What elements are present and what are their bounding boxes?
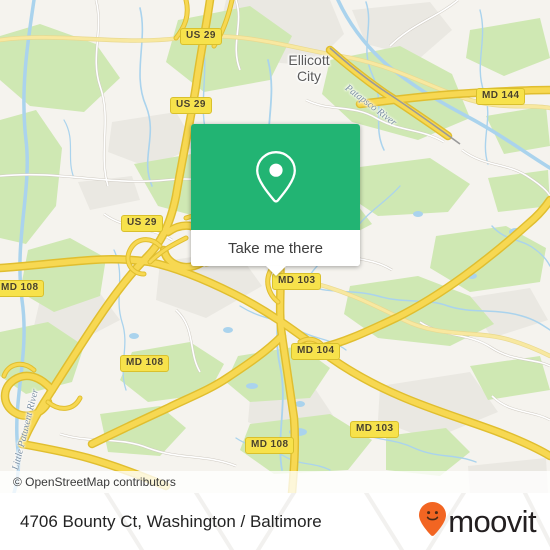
road-shield-md-108-west: MD 108 — [0, 280, 45, 297]
moovit-smiley-pin-icon — [418, 501, 447, 542]
map-pin-icon — [253, 149, 299, 205]
map-canvas[interactable]: Ellicott City US 29 US 29 US 29 MD 144 M… — [0, 0, 550, 493]
road-shield-us-29-south: US 29 — [121, 215, 163, 232]
moovit-map-screenshot: Ellicott City US 29 US 29 US 29 MD 144 M… — [0, 0, 550, 550]
popup-image-placeholder — [191, 124, 360, 230]
popup-pointer-tail — [265, 266, 286, 276]
location-popup-card[interactable]: Take me there — [191, 124, 360, 276]
road-shield-md-108-south: MD 108 — [245, 437, 295, 454]
take-me-there-button[interactable]: Take me there — [191, 230, 360, 266]
address-label: 4706 Bounty Ct, Washington / Baltimore — [20, 511, 322, 531]
road-shield-us-29-mid: US 29 — [170, 97, 212, 114]
openstreetmap-attribution[interactable]: © OpenStreetMap contributors — [0, 475, 176, 489]
road-shield-md-103-south: MD 103 — [350, 421, 400, 438]
moovit-logo[interactable]: moovit — [418, 501, 550, 542]
take-me-there-label: Take me there — [227, 239, 324, 257]
road-shield-md-104: MD 104 — [291, 343, 341, 360]
map-attribution-bar: © OpenStreetMap contributors — [0, 471, 550, 493]
moovit-wordmark: moovit — [448, 503, 536, 539]
footer-bar: 4706 Bounty Ct, Washington / Baltimore m… — [0, 493, 550, 550]
road-shield-us-29-north: US 29 — [180, 28, 222, 45]
road-shield-md-144: MD 144 — [476, 88, 526, 105]
place-label-ellicott-city: Ellicott City — [288, 52, 330, 84]
road-shield-md-108-mid: MD 108 — [120, 355, 170, 372]
